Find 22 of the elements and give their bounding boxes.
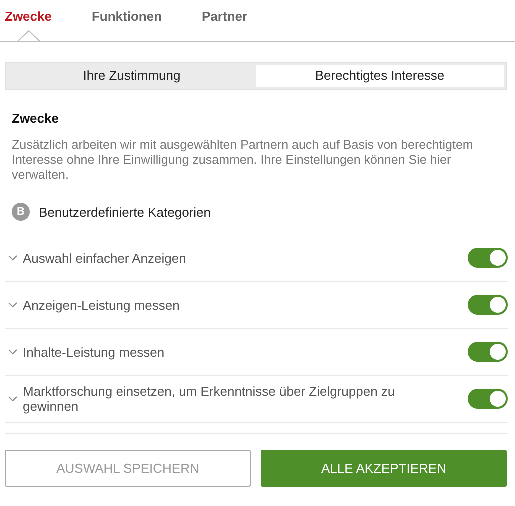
purpose-label: Inhalte-Leistung messen [23, 344, 166, 360]
toggle-switch[interactable] [468, 389, 508, 409]
toggle-switch[interactable] [468, 342, 508, 362]
tab[interactable]: Funktionen [92, 0, 162, 41]
purpose-label: Auswahl einfacher Anzeigen [23, 250, 188, 266]
toggle-switch[interactable] [468, 248, 508, 268]
category-label: Benutzerdefinierte Kategorien [39, 204, 212, 220]
segment-tab[interactable]: Ihre Zustimmung [8, 65, 256, 87]
purpose-label: Marktforschung einsetzen, um Erkenntnisse über Zielgruppen zu gewinnen [23, 384, 396, 414]
accept-all-button[interactable]: ALLE AKZEPTIEREN [261, 450, 507, 487]
section-title: Zwecke [12, 111, 60, 126]
tab[interactable]: Zwecke [5, 0, 52, 41]
chevron-icon[interactable] [8, 396, 18, 402]
chevron-icon[interactable] [8, 255, 18, 261]
chevron-icon[interactable] [8, 349, 18, 355]
chevron-icon[interactable] [8, 302, 18, 308]
tab[interactable]: Partner [202, 0, 248, 41]
category-badge: B [12, 203, 30, 221]
purpose-label: Anzeigen-Leistung messen [23, 298, 181, 312]
toggle-switch[interactable] [468, 295, 508, 315]
description: Zusätzlich arbeiten wir mit ausgewählten Partnern auch auf Basis von berechtigtem Interesse ohne Ihre Einwilligung zusammen. Ihre Einstellungen können Sie hier verwalten. [12, 138, 474, 183]
segment-tab[interactable]: Berechtigtes Interesse [256, 65, 504, 87]
